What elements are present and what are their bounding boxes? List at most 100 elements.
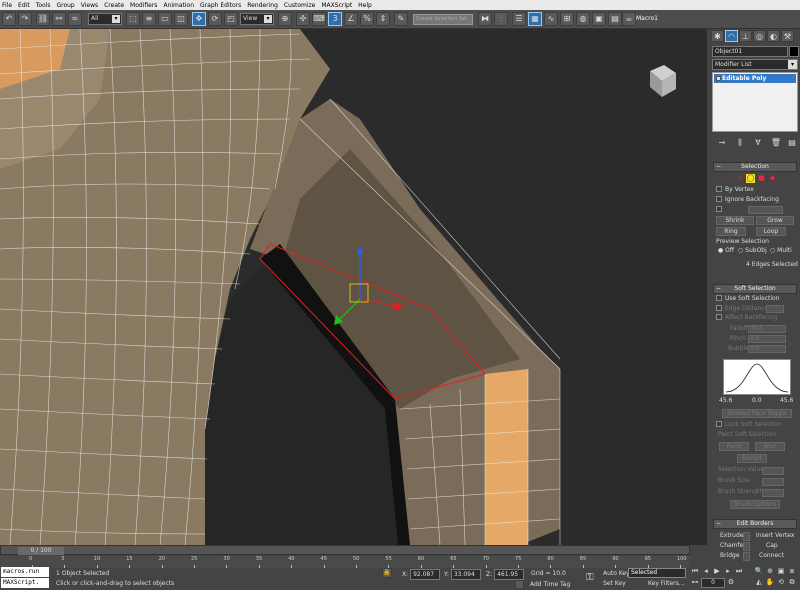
maxscript-listener-output[interactable]: MAXScript. xyxy=(1,578,49,588)
next-frame-icon[interactable]: ▸ xyxy=(723,567,733,577)
angle-snap-icon[interactable]: ∠ xyxy=(344,12,358,26)
display-tab-icon[interactable]: ◐ xyxy=(767,30,780,42)
polygon-level-icon[interactable]: ■ xyxy=(757,174,766,183)
extrude-settings-icon[interactable] xyxy=(743,532,750,541)
border-level-icon[interactable]: ◯ xyxy=(746,174,755,183)
zoom-extents-icon[interactable]: ▣ xyxy=(776,567,786,577)
brush-size-spinner[interactable] xyxy=(762,478,784,486)
bind-spacewarp-icon[interactable]: ≈ xyxy=(68,12,82,26)
use-soft-selection-checkbox[interactable]: Use Soft Selection xyxy=(716,295,780,304)
prev-frame-icon[interactable]: ◂ xyxy=(701,567,711,577)
rect-selection-region-icon[interactable]: ▭ xyxy=(158,12,172,26)
menu-help[interactable]: Help xyxy=(358,2,372,9)
menu-graph-editors[interactable]: Graph Editors xyxy=(200,2,241,9)
rendered-frame-icon[interactable]: ▤ xyxy=(608,12,622,26)
select-object-icon[interactable]: ⬚ xyxy=(126,12,140,26)
align-icon[interactable]: ⫶ xyxy=(494,12,508,26)
percent-snap-icon[interactable]: % xyxy=(360,12,374,26)
menu-maxscript[interactable]: MAXScript xyxy=(321,2,352,9)
menu-animation[interactable]: Animation xyxy=(163,2,194,9)
selection-value-spinner[interactable] xyxy=(762,467,784,475)
edit-borders-rollout-title[interactable]: − Edit Borders xyxy=(713,519,797,529)
field-of-view-icon[interactable]: ◭ xyxy=(754,578,764,588)
by-angle-spinner[interactable] xyxy=(748,206,783,214)
falloff-spinner[interactable]: 45.6 xyxy=(748,325,786,333)
redo-icon[interactable]: ↷ xyxy=(18,12,32,26)
ring-button[interactable]: Ring xyxy=(716,227,746,236)
layer-manager-icon[interactable]: ☰ xyxy=(512,12,526,26)
hierarchy-tab-icon[interactable]: ⊥ xyxy=(739,30,752,42)
lock-selection-icon[interactable]: 🔒 xyxy=(382,568,392,578)
loop-button[interactable]: Loop xyxy=(756,227,786,236)
edge-level-icon[interactable]: ◁ xyxy=(735,174,744,183)
undo-icon[interactable]: ↶ xyxy=(2,12,16,26)
select-by-name-icon[interactable]: ≡ xyxy=(142,12,156,26)
unlink-icon[interactable]: ⚯ xyxy=(52,12,66,26)
brush-options-button[interactable]: Brush Options xyxy=(730,500,780,509)
menu-customize[interactable]: Customize xyxy=(284,2,316,9)
preview-multi-radio[interactable]: ○ Multi xyxy=(770,247,792,256)
make-unique-icon[interactable]: ∀ xyxy=(752,138,764,150)
window-crossing-icon[interactable]: ◫ xyxy=(174,12,188,26)
brush-strength-spinner[interactable] xyxy=(762,489,784,497)
preview-off-radio[interactable]: ● Off xyxy=(718,247,734,256)
preview-subobj-radio[interactable]: ○ SubObj xyxy=(738,247,767,256)
shaded-face-toggle-button[interactable]: Shaded Face Toggle xyxy=(722,409,792,418)
snaps-toggle-icon[interactable]: 3 xyxy=(328,12,342,26)
track-bar[interactable]: 0 5 10 15 20 25 30 35 40 45 50 55 60 65 70 75 80 85 90 95 10… xyxy=(0,556,690,568)
current-frame-field[interactable]: 0 xyxy=(701,578,725,588)
select-scale-icon[interactable]: ◰ xyxy=(224,12,238,26)
maximize-viewport-icon[interactable]: ⧉ xyxy=(787,578,797,588)
render-production-icon[interactable]: ☕ xyxy=(622,12,636,26)
edge-distance-checkbox[interactable]: Edge Distance xyxy=(716,305,768,314)
perspective-viewport[interactable] xyxy=(0,29,707,545)
modify-tab-icon[interactable]: ◠ xyxy=(725,30,738,42)
shrink-button[interactable]: Shrink xyxy=(716,216,754,225)
pan-icon[interactable]: ✋ xyxy=(765,578,775,588)
menu-group[interactable]: Group xyxy=(56,2,74,9)
schematic-view-icon[interactable]: ⊞ xyxy=(560,12,574,26)
time-config-icon[interactable]: ⚙ xyxy=(726,578,736,588)
play-icon[interactable]: ▶ xyxy=(712,567,722,577)
key-mode-dropdown[interactable]: Selected xyxy=(628,568,686,578)
revert-button[interactable]: Revert xyxy=(737,454,767,463)
link-icon[interactable]: ⛓ xyxy=(36,12,50,26)
set-key-button[interactable]: Set Key xyxy=(603,579,626,589)
render-setup-icon[interactable]: ▣ xyxy=(592,12,606,26)
z-coordinate-field[interactable]: 461.95 xyxy=(494,569,525,580)
key-filters-button[interactable]: Key Filters... xyxy=(648,579,685,589)
configure-modifier-sets-icon[interactable]: ▤ xyxy=(786,138,798,150)
grow-button[interactable]: Grow xyxy=(756,216,794,225)
time-tag-icon[interactable] xyxy=(515,580,524,589)
utilities-tab-icon[interactable]: ⚒ xyxy=(781,30,794,42)
material-editor-icon[interactable]: ◍ xyxy=(576,12,590,26)
zoom-all-icon[interactable]: ⊕ xyxy=(765,567,775,577)
blur-button[interactable]: Blur xyxy=(755,442,785,451)
menu-rendering[interactable]: Rendering xyxy=(247,2,278,9)
goto-start-icon[interactable]: ⏮ xyxy=(690,567,700,577)
time-slider-thumb[interactable]: 0 / 100 xyxy=(18,547,64,555)
soft-selection-rollout-title[interactable]: − Soft Selection xyxy=(713,284,797,294)
auto-key-button[interactable]: Auto Key xyxy=(603,569,630,579)
menu-edit[interactable]: Edit xyxy=(18,2,30,9)
orbit-icon[interactable]: ⟲ xyxy=(776,578,786,588)
zoom-icon[interactable]: 🔍 xyxy=(754,567,764,577)
motion-tab-icon[interactable]: ◎ xyxy=(753,30,766,42)
vertex-level-icon[interactable]: ∴ xyxy=(724,174,733,183)
edit-named-selection-icon[interactable]: ✎ xyxy=(394,12,408,26)
selection-filter-dropdown[interactable]: All ▾ xyxy=(88,13,122,25)
bridge-settings-icon[interactable] xyxy=(743,552,750,561)
mirror-icon[interactable]: ⧓ xyxy=(478,12,492,26)
select-move-icon[interactable]: ✥ xyxy=(192,12,206,26)
show-end-result-icon[interactable]: ⫼ xyxy=(734,138,746,150)
by-angle-checkbox[interactable] xyxy=(716,206,725,215)
lock-soft-selection-checkbox[interactable]: Lock Soft Selection xyxy=(716,421,782,430)
by-vertex-checkbox[interactable]: By Vertex xyxy=(716,186,754,195)
extrude-button[interactable]: Extrude xyxy=(720,532,743,541)
pivot-center-icon[interactable]: ⊕ xyxy=(278,12,292,26)
modifier-list-dropdown[interactable]: Modifier List ▾ xyxy=(712,59,798,70)
menu-file[interactable]: File xyxy=(2,2,12,9)
menu-modifiers[interactable]: Modifiers xyxy=(130,2,157,9)
insert-vertex-button[interactable]: Insert Vertex xyxy=(756,532,794,541)
bridge-button[interactable]: Bridge xyxy=(720,552,740,561)
